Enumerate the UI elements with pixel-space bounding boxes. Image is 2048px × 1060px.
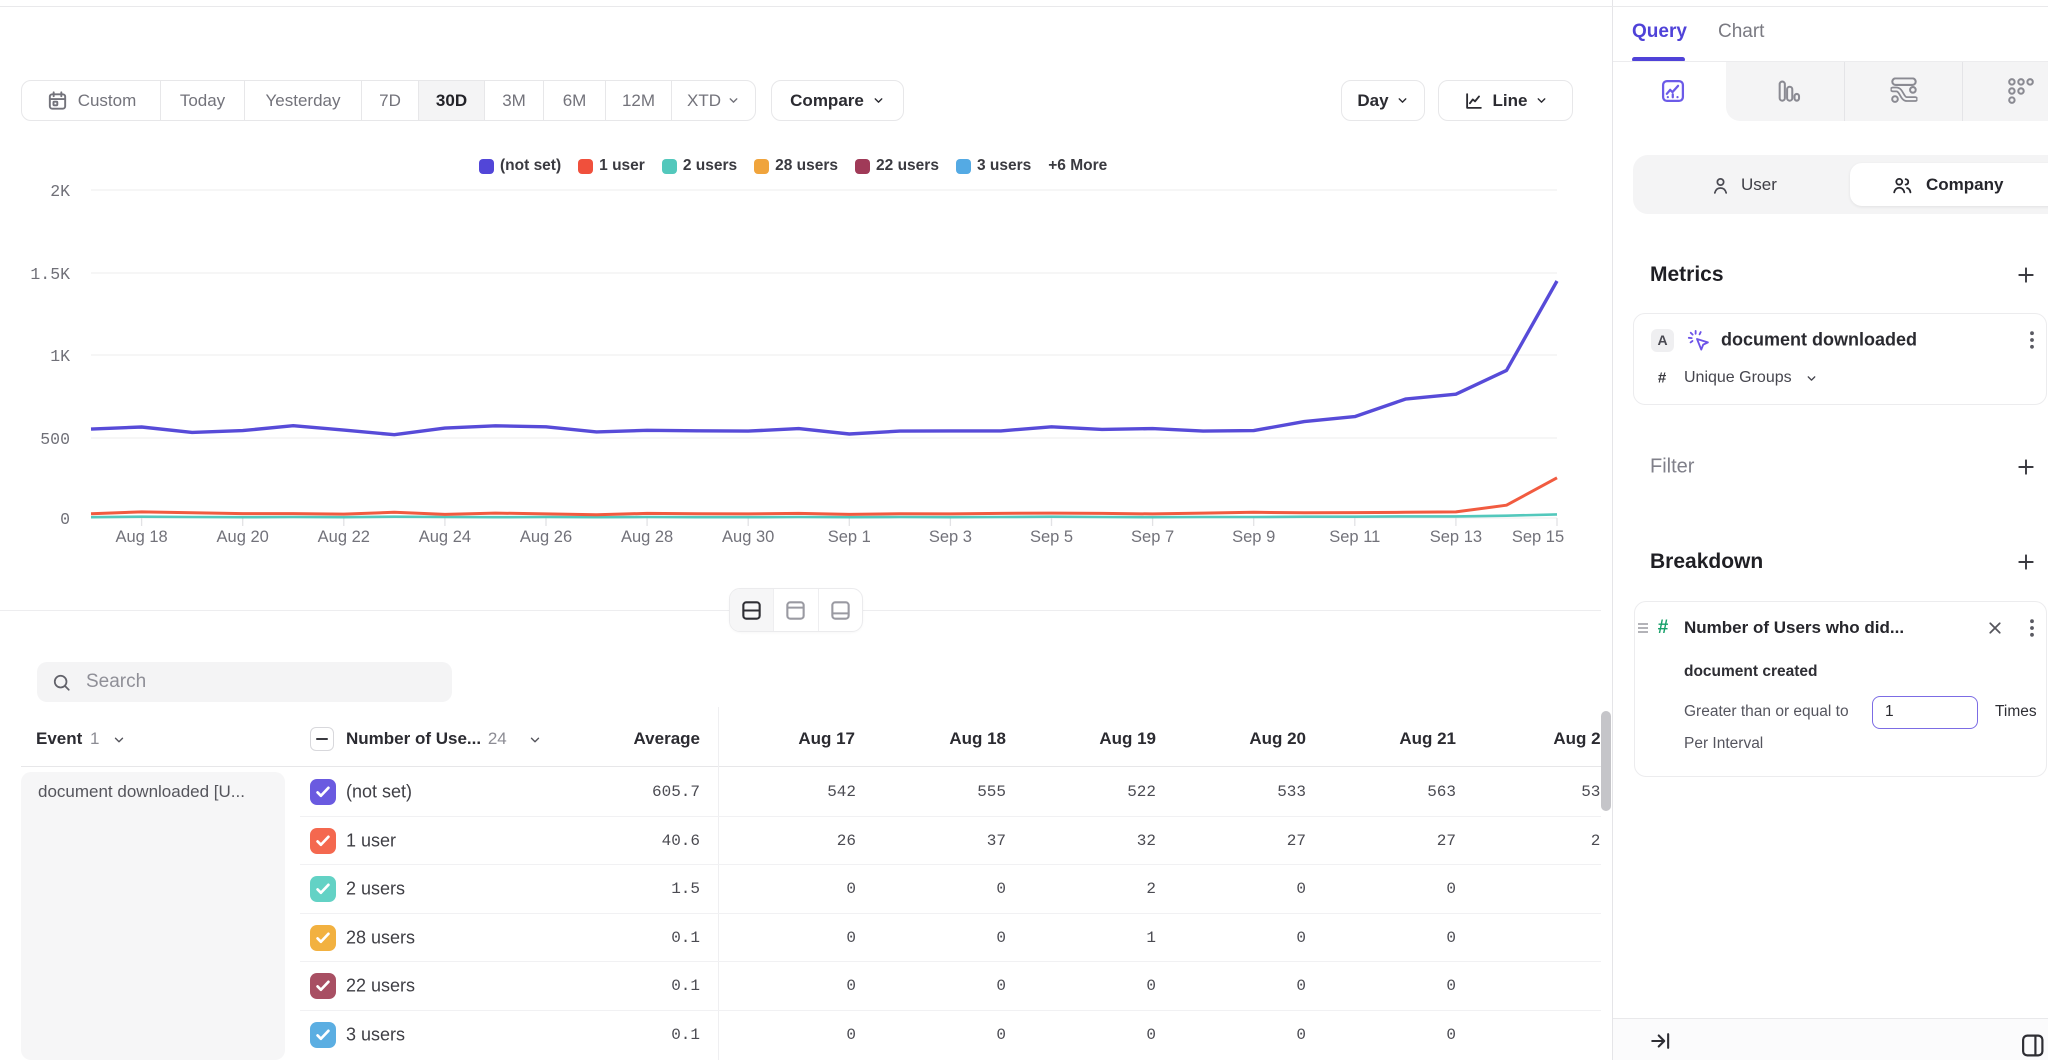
svg-text:Aug 30: Aug 30: [722, 528, 774, 546]
svg-text:Aug 20: Aug 20: [217, 528, 269, 546]
svg-text:Sep 13: Sep 13: [1430, 528, 1482, 546]
svg-text:Sep 11: Sep 11: [1329, 528, 1380, 546]
svg-text:Sep 1: Sep 1: [828, 528, 871, 546]
svg-text:Aug 24: Aug 24: [419, 528, 471, 546]
svg-text:0: 0: [60, 510, 70, 529]
svg-text:Aug 18: Aug 18: [115, 528, 167, 546]
svg-text:Aug 28: Aug 28: [621, 528, 673, 546]
svg-text:2K: 2K: [50, 182, 70, 201]
svg-text:Sep 3: Sep 3: [929, 528, 972, 546]
svg-text:Sep 7: Sep 7: [1131, 528, 1174, 546]
svg-text:1.5K: 1.5K: [30, 265, 70, 284]
svg-text:500: 500: [40, 430, 70, 449]
svg-text:Sep 15: Sep 15: [1512, 528, 1564, 546]
svg-text:Sep 5: Sep 5: [1030, 528, 1073, 546]
svg-text:Aug 26: Aug 26: [520, 528, 572, 546]
svg-text:Sep 9: Sep 9: [1232, 528, 1275, 546]
svg-text:1K: 1K: [50, 347, 70, 366]
svg-text:Aug 22: Aug 22: [318, 528, 370, 546]
